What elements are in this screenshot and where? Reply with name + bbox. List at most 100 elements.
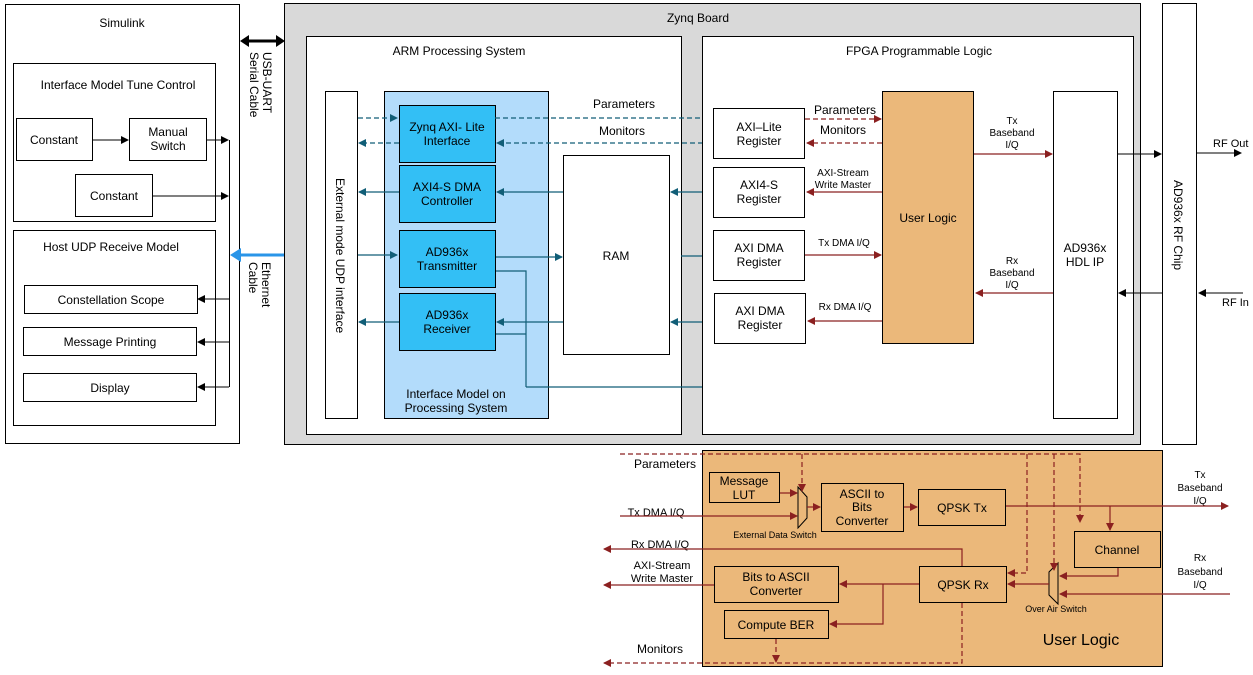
qpsk-rx-block[interactable]: QPSK Rx xyxy=(919,566,1007,603)
simulink-title: Simulink xyxy=(99,16,145,30)
usb-label-2: Serial Cable xyxy=(247,52,261,118)
rf-chip-label: AD936x RF Chip xyxy=(1171,180,1185,270)
fpga-rx-bb-label-2: Baseband xyxy=(989,268,1034,279)
label: AD936x xyxy=(1064,241,1107,255)
transmitter-block[interactable]: AD936x Transmitter xyxy=(399,230,496,288)
bits-to-ascii-block[interactable]: Bits to ASCII Converter xyxy=(714,566,839,603)
fpga-axi-stream-label-1: AXI-Stream xyxy=(817,168,869,179)
interface-model-label-1: Interface Model on xyxy=(406,387,505,401)
label: AD936x xyxy=(426,245,469,259)
simulink-panel: Simulink Interface Model Tune Control Co… xyxy=(5,4,240,444)
arm-title: ARM Processing System xyxy=(393,44,526,58)
detail-rx-bb-label-2: Baseband xyxy=(1177,567,1222,578)
udp-interface-block[interactable]: External mode UDP interface xyxy=(325,91,358,419)
dma-register-rx-block[interactable]: AXI DMA Register xyxy=(714,293,806,344)
receiver-block[interactable]: AD936x Receiver xyxy=(399,293,496,351)
label: Bits xyxy=(852,500,872,514)
arm-monitors-label: Monitors xyxy=(599,124,645,138)
ram-label: RAM xyxy=(603,249,630,263)
axi4s-register-block[interactable]: AXI4-S Register xyxy=(713,167,805,218)
label: Bits to ASCII xyxy=(742,570,809,584)
arm-parameters-label: Parameters xyxy=(593,97,655,111)
detail-rx-bb-label-3: I/Q xyxy=(1193,580,1207,591)
detail-axi-stream-label-2: Write Master xyxy=(631,573,693,585)
axi-lite-register-block[interactable]: AXI–Lite Register xyxy=(713,108,805,159)
detail-tx-bb-label-1: Tx xyxy=(1194,470,1205,481)
label: AD936x xyxy=(426,308,469,322)
hdl-ip-block[interactable]: AD936x HDL IP xyxy=(1053,91,1118,419)
axi-lite-interface-block[interactable]: Zynq AXI- Lite Interface xyxy=(399,105,496,163)
constant-block-1[interactable]: Constant xyxy=(16,118,93,161)
label: AXI4-S xyxy=(740,178,778,192)
label: AXI DMA xyxy=(734,241,783,255)
fpga-programmable-logic: FPGA Programmable Logic AXI–Lite Registe… xyxy=(702,36,1134,435)
detail-tx-dma-label: Tx DMA I/Q xyxy=(628,507,685,519)
label: AXI–Lite xyxy=(736,120,782,134)
label: AXI DMA xyxy=(735,304,784,318)
message-printing-block[interactable]: Message Printing xyxy=(23,327,197,356)
fpga-rx-bb-label-3: I/Q xyxy=(1005,280,1019,291)
rf-chip[interactable]: AD936x RF Chip xyxy=(1162,3,1197,445)
manual-switch-label-2: Switch xyxy=(150,139,185,153)
system-diagram: Simulink Interface Model Tune Control Co… xyxy=(5,3,1249,667)
rf-in-label: RF In xyxy=(1222,297,1249,309)
label: QPSK Rx xyxy=(937,578,988,592)
fpga-tx-bb-label-1: Tx xyxy=(1006,116,1017,127)
user-logic-detail-title: User Logic xyxy=(1043,632,1119,649)
constant-label: Constant xyxy=(30,133,79,147)
fpga-tx-bb-label-2: Baseband xyxy=(989,128,1034,139)
zynq-title: Zynq Board xyxy=(667,11,729,25)
message-printing-label: Message Printing xyxy=(64,335,157,349)
fpga-title: FPGA Programmable Logic xyxy=(846,44,992,58)
detail-rx-bb-label-1: Rx xyxy=(1194,553,1206,564)
user-logic-block[interactable]: User Logic xyxy=(882,91,974,344)
label: Transmitter xyxy=(417,259,477,273)
dma-register-tx-block[interactable]: AXI DMA Register xyxy=(713,230,805,281)
qpsk-tx-block[interactable]: QPSK Tx xyxy=(918,489,1006,526)
tune-control-group: Interface Model Tune Control Constant Ma… xyxy=(13,63,229,222)
label: ASCII to xyxy=(840,487,885,501)
label: Converter xyxy=(750,584,803,598)
label: QPSK Tx xyxy=(937,501,987,515)
fpga-axi-stream-label-2: Write Master xyxy=(815,180,872,191)
constant-label: Constant xyxy=(90,189,139,203)
manual-switch-block[interactable]: Manual Switch xyxy=(129,118,207,161)
interface-model-label-2: Processing System xyxy=(405,401,508,415)
compute-ber-block[interactable]: Compute BER xyxy=(724,610,829,639)
fpga-rx-bb-label-1: Rx xyxy=(1006,256,1018,267)
user-logic-label: User Logic xyxy=(899,211,956,225)
channel-block[interactable]: Channel xyxy=(1074,531,1161,568)
interface-model-group: Interface Model on Processing System Zyn… xyxy=(384,91,549,419)
detail-monitors-label: Monitors xyxy=(637,642,683,656)
ext-switch-label: External Data Switch xyxy=(733,530,817,540)
ram-block[interactable]: RAM xyxy=(563,155,670,355)
detail-parameters-label: Parameters xyxy=(634,457,696,471)
fpga-tx-dma-label: Tx DMA I/Q xyxy=(818,238,870,249)
constant-block-2[interactable]: Constant xyxy=(75,174,153,217)
usb-cable: USB-UART Serial Cable xyxy=(240,35,285,118)
label: Compute BER xyxy=(738,618,815,632)
label: Receiver xyxy=(423,322,470,336)
display-block[interactable]: Display xyxy=(23,373,197,402)
manual-switch-label-1: Manual xyxy=(148,125,187,139)
dma-controller-block[interactable]: AXI4-S DMA Controller xyxy=(399,165,496,223)
fpga-monitors-label: Monitors xyxy=(820,123,866,137)
fpga-rx-dma-label: Rx DMA I/Q xyxy=(819,302,872,313)
display-label: Display xyxy=(90,381,129,395)
constellation-label: Constellation Scope xyxy=(58,293,165,307)
message-lut-block[interactable]: Message LUT xyxy=(709,472,780,503)
constellation-scope-block[interactable]: Constellation Scope xyxy=(24,285,198,314)
label: Message xyxy=(720,474,769,488)
label: Channel xyxy=(1095,543,1140,557)
label: Converter xyxy=(836,514,889,528)
ascii-to-bits-block[interactable]: ASCII to Bits Converter xyxy=(821,483,904,532)
label: HDL IP xyxy=(1066,255,1104,269)
udp-interface-label: External mode UDP interface xyxy=(333,178,347,334)
ethernet-label-2: Cable xyxy=(246,262,260,294)
fpga-tx-bb-label-3: I/Q xyxy=(1005,140,1019,151)
udp-receive-group: Host UDP Receive Model Constellation Sco… xyxy=(13,230,216,426)
label: Register xyxy=(738,318,783,332)
rf-out-label: RF Out xyxy=(1213,138,1248,150)
over-air-switch-label: Over Air Switch xyxy=(1025,604,1087,614)
zynq-board: Zynq Board ARM Processing System Externa… xyxy=(284,3,1141,445)
